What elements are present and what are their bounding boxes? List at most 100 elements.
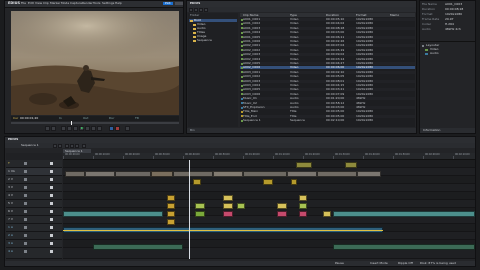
bin-search-button[interactable]: [199, 7, 203, 12]
eye-icon[interactable]: [24, 194, 27, 197]
eye-icon[interactable]: [24, 178, 27, 181]
loop-button[interactable]: [97, 126, 102, 131]
cut-button[interactable]: [65, 143, 69, 148]
effect-clip[interactable]: [195, 211, 205, 217]
sequence-name[interactable]: Sequence 1: [21, 144, 39, 147]
clip-row[interactable]: A002_C006 Video 00:00:06;00 1920x1080: [240, 66, 415, 70]
track-header[interactable]: 1 VA: [6, 168, 62, 176]
audio-clip[interactable]: [333, 244, 475, 250]
track-header[interactable]: 7 V: [6, 216, 62, 224]
redo-button[interactable]: [58, 143, 62, 148]
track-header[interactable]: 3 V: [6, 184, 62, 192]
effect-clip[interactable]: [167, 211, 175, 217]
video-clip[interactable]: [173, 171, 213, 177]
effect-clip[interactable]: [299, 211, 307, 217]
insert-button[interactable]: [109, 126, 114, 131]
menu-render[interactable]: Render: [82, 2, 93, 5]
menu-edit[interactable]: Edit: [28, 2, 34, 5]
menu-tools[interactable]: Tools: [93, 2, 100, 5]
video-clip[interactable]: [115, 171, 151, 177]
menu-file[interactable]: File: [21, 2, 26, 5]
effect-clip[interactable]: [195, 203, 205, 209]
effect-clip[interactable]: [223, 195, 233, 201]
track-header[interactable]: 4 V: [6, 192, 62, 200]
col-memo[interactable]: Memo: [390, 13, 399, 17]
bin-add-clip-button[interactable]: [194, 7, 198, 12]
video-clip[interactable]: [243, 171, 287, 177]
effect-clip[interactable]: [167, 203, 175, 209]
eye-icon[interactable]: [24, 218, 27, 221]
overwrite-button[interactable]: [115, 126, 120, 131]
set-in-button[interactable]: [45, 126, 50, 131]
menu-clip[interactable]: Clip: [43, 2, 49, 5]
overlay-clip[interactable]: [291, 179, 297, 185]
lock-icon[interactable]: [50, 202, 53, 205]
menu-capture[interactable]: Capture: [70, 2, 82, 5]
track-header[interactable]: 2 A: [6, 232, 62, 240]
effect-clip[interactable]: [237, 203, 245, 209]
scrub-bar[interactable]: [11, 121, 179, 125]
lock-icon[interactable]: [50, 242, 53, 245]
cur-timecode[interactable]: 00:00:01;20: [20, 117, 38, 120]
clip-row[interactable]: A003_C002 Video 00:00:05;05 1920x1080: [240, 75, 415, 78]
effect-clip[interactable]: [277, 211, 287, 217]
eye-icon[interactable]: [24, 202, 27, 205]
eye-icon[interactable]: [24, 170, 27, 173]
speaker-icon[interactable]: [24, 242, 27, 245]
eye-icon[interactable]: [24, 186, 27, 189]
track-lane[interactable]: [63, 200, 475, 208]
info-tree-item[interactable]: Audio: [421, 52, 475, 55]
bin-delete-button[interactable]: [204, 7, 208, 12]
track-header[interactable]: 4 A: [6, 248, 62, 259]
effect-clip[interactable]: [167, 219, 175, 225]
status-ripple[interactable]: Ripple Off: [398, 262, 413, 265]
speaker-icon[interactable]: [24, 234, 27, 237]
track-header[interactable]: 5 V: [6, 200, 62, 208]
video-clip[interactable]: [357, 171, 381, 177]
timeline-ruler[interactable]: 00:00:00;00 00:00:10;00 00:00:20;00 00:00:3…: [63, 153, 475, 160]
long-video-clip[interactable]: [333, 211, 475, 217]
clip-row[interactable]: A001_C002 Video 00:00:04;02 1920x1080: [240, 22, 415, 25]
rewind-button[interactable]: [61, 126, 66, 131]
audio-clip[interactable]: [93, 244, 183, 250]
mode-badge[interactable]: PLR: [163, 2, 173, 5]
lock-icon[interactable]: [50, 162, 53, 165]
track-lane[interactable]: [63, 184, 475, 192]
track-lane[interactable]: [63, 232, 475, 240]
clip-row[interactable]: A003_C005 Video 00:00:03;21 1920x1080: [240, 88, 415, 92]
zoom-button[interactable]: [82, 143, 86, 148]
clip-row[interactable]: A002_C003 Video 00:00:09;02 1920x1080: [240, 53, 415, 57]
video-clip[interactable]: [151, 171, 173, 177]
menu-view[interactable]: View: [35, 2, 42, 5]
status-insert-mode[interactable]: Insert Mode: [370, 262, 388, 265]
clip-row[interactable]: Music_01 Audio 00:01:20;00 48kHz: [240, 97, 415, 101]
track-header[interactable]: T: [6, 160, 62, 168]
lock-icon[interactable]: [50, 186, 53, 189]
fast-forward-button[interactable]: [91, 126, 96, 131]
video-clip[interactable]: [317, 171, 357, 177]
clip-row[interactable]: A001_C004 Video 00:00:03;00 1920x1080: [240, 31, 415, 34]
lock-icon[interactable]: [50, 178, 53, 181]
ripple-button[interactable]: [70, 143, 74, 148]
menu-mode[interactable]: Mode: [61, 2, 69, 5]
step-forward-button[interactable]: [85, 126, 90, 131]
track-header[interactable]: 1 A: [6, 224, 62, 232]
menu-settings[interactable]: Settings: [102, 2, 114, 5]
lock-icon[interactable]: [50, 194, 53, 197]
title-clip[interactable]: [345, 162, 357, 168]
lock-icon[interactable]: [50, 210, 53, 213]
long-video-clip[interactable]: [63, 211, 163, 217]
effect-clip[interactable]: [323, 211, 331, 217]
effect-clip[interactable]: [223, 211, 233, 217]
effect-clip[interactable]: [167, 195, 175, 201]
lock-icon[interactable]: [50, 234, 53, 237]
window-buttons-icon[interactable]: [175, 2, 183, 5]
effect-clip[interactable]: [299, 195, 307, 201]
effect-clip[interactable]: [277, 203, 287, 209]
effect-clip[interactable]: [223, 203, 233, 209]
overlay-clip[interactable]: [193, 179, 201, 185]
scrub-playhead[interactable]: [71, 121, 72, 125]
step-back-button[interactable]: [67, 126, 72, 131]
speaker-icon[interactable]: [24, 226, 27, 229]
track-header[interactable]: 2 V: [6, 176, 62, 184]
